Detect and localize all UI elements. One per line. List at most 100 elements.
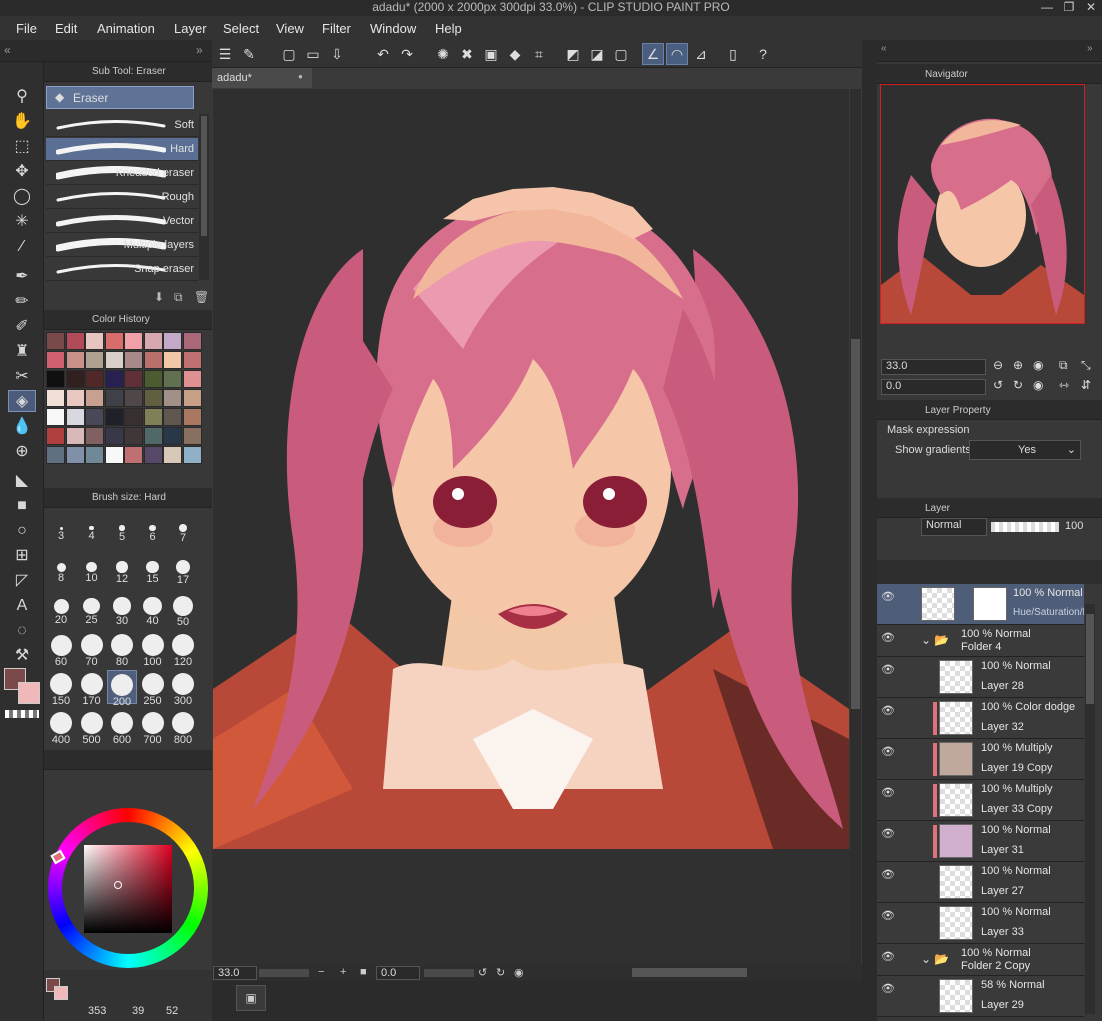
saturation-value-square[interactable] bbox=[84, 845, 172, 933]
subtool-item[interactable]: Rough bbox=[46, 186, 198, 209]
brush-size-option[interactable]: 800 bbox=[168, 709, 198, 746]
close-button[interactable]: ✕ bbox=[1080, 0, 1102, 16]
color-history-swatch[interactable] bbox=[143, 332, 163, 350]
color-history-swatch[interactable] bbox=[46, 446, 65, 464]
layer-row[interactable]: 👁 100 % Multiply Layer 33 Copy bbox=[877, 780, 1084, 821]
color-history-swatch[interactable] bbox=[65, 351, 85, 369]
color-history-swatch[interactable] bbox=[143, 446, 163, 464]
brush-size-option[interactable]: 8 bbox=[46, 553, 76, 587]
visibility-eye-icon[interactable]: 👁 bbox=[881, 950, 895, 963]
color-history-swatch[interactable] bbox=[182, 408, 202, 426]
brush-size-option[interactable]: 4 bbox=[77, 514, 107, 548]
subtool-group-eraser[interactable]: ◆ Eraser bbox=[46, 86, 194, 109]
layer-row[interactable]: 👁 58 % Normal Layer 29 bbox=[877, 976, 1084, 1017]
layer-row[interactable]: 👁 100 % Normal Layer 33 bbox=[877, 903, 1084, 944]
color-picker-cursor[interactable] bbox=[114, 881, 122, 889]
new-file-icon[interactable]: ▢ bbox=[278, 43, 300, 65]
folder-icon[interactable]: ⌄ 📂 bbox=[921, 952, 949, 966]
layer-row[interactable]: 👁 100 % Multiply Layer 19 Copy bbox=[877, 739, 1084, 780]
menu-edit[interactable]: Edit bbox=[55, 21, 77, 36]
color-history-swatch[interactable] bbox=[182, 370, 202, 388]
subtool-item[interactable]: Snap eraser bbox=[46, 258, 198, 281]
brush-size-option[interactable]: 500 bbox=[77, 709, 107, 746]
color-history-swatch[interactable] bbox=[104, 351, 124, 369]
open-folder-icon[interactable]: ▭ bbox=[302, 43, 324, 65]
pen-icon[interactable]: ✒ bbox=[8, 266, 36, 288]
color-history-swatch[interactable] bbox=[163, 427, 182, 445]
layer-scrollbar[interactable] bbox=[1085, 604, 1095, 1014]
nav-reset-rotate-icon[interactable]: ◉ bbox=[1033, 378, 1043, 392]
undo-icon[interactable]: ↶ bbox=[372, 43, 394, 65]
help-icon[interactable]: ? bbox=[752, 43, 774, 65]
brush-settings-icon[interactable]: ✎ bbox=[238, 43, 260, 65]
brush-size-option[interactable]: 6 bbox=[138, 514, 168, 548]
color-history-swatch[interactable] bbox=[65, 446, 85, 464]
minimize-button[interactable]: — bbox=[1036, 0, 1058, 16]
canvas-vertical-scrollbar[interactable] bbox=[850, 89, 861, 965]
brush-size-option[interactable]: 20 bbox=[46, 592, 76, 626]
lasso-icon[interactable]: ◯ bbox=[8, 186, 36, 208]
snap-special-ruler-icon[interactable]: ◠ bbox=[666, 43, 688, 65]
brush-size-option[interactable]: 80 bbox=[107, 631, 137, 668]
magic-wand-icon[interactable]: ✳ bbox=[8, 211, 36, 233]
brush-size-option[interactable]: 40 bbox=[138, 592, 168, 627]
snap-grid-icon[interactable]: ⊿ bbox=[690, 43, 712, 65]
visibility-eye-icon[interactable]: 👁 bbox=[881, 982, 895, 995]
delete-subtool-icon[interactable]: 🗑 bbox=[194, 290, 209, 304]
color-history-swatch[interactable] bbox=[124, 446, 143, 464]
layer-row[interactable]: 👁 100 % Normal Layer 31 bbox=[877, 821, 1084, 862]
brush-icon[interactable]: ✐ bbox=[8, 316, 36, 338]
layer-folder-row[interactable]: 👁 ⌄ 📂 100 % Normal Folder 2 Copy bbox=[877, 944, 1084, 976]
color-history-swatch[interactable] bbox=[104, 389, 124, 407]
color-history-swatch[interactable] bbox=[182, 351, 202, 369]
collapse-icon[interactable]: « bbox=[4, 43, 11, 57]
color-history-swatch[interactable] bbox=[104, 446, 124, 464]
brush-size-option[interactable]: 3 bbox=[46, 514, 76, 548]
copy-subtool-icon[interactable]: ⬇ bbox=[154, 290, 164, 304]
show-gradients-select[interactable]: Yes ⌄ bbox=[969, 440, 1081, 460]
color-history-swatch[interactable] bbox=[46, 427, 65, 445]
color-history-swatch[interactable] bbox=[104, 427, 124, 445]
hand-icon[interactable]: ✋ bbox=[8, 111, 36, 133]
color-history-swatch[interactable] bbox=[143, 427, 163, 445]
correct-line-icon[interactable]: ⚒ bbox=[8, 645, 36, 667]
rotate-right-icon[interactable]: ↻ bbox=[496, 966, 505, 979]
reset-rotation-icon[interactable]: ◉ bbox=[514, 966, 524, 979]
color-history-swatch[interactable] bbox=[85, 351, 104, 369]
color-history-swatch[interactable] bbox=[85, 446, 104, 464]
frame-icon[interactable]: ⊞ bbox=[8, 545, 36, 567]
brush-size-option[interactable]: 50 bbox=[168, 592, 198, 628]
nav-zoom-out-icon[interactable]: ⊖ bbox=[993, 358, 1003, 372]
brush-size-option[interactable]: 250 bbox=[138, 670, 168, 707]
invert-selection-icon[interactable]: ◪ bbox=[586, 43, 608, 65]
ruler-icon[interactable]: ◸ bbox=[8, 570, 36, 592]
fit-icon[interactable]: ■ bbox=[360, 966, 367, 978]
color-history-swatch[interactable] bbox=[143, 389, 163, 407]
color-history-swatch[interactable] bbox=[124, 408, 143, 426]
save-icon[interactable]: ⇩ bbox=[326, 43, 348, 65]
color-history-swatch[interactable] bbox=[143, 351, 163, 369]
subtool-item[interactable]: Hard bbox=[46, 138, 198, 161]
color-history-swatch[interactable] bbox=[85, 332, 104, 350]
color-history-swatch[interactable] bbox=[182, 332, 202, 350]
color-history-swatch[interactable] bbox=[46, 389, 65, 407]
sub-color-swatch[interactable] bbox=[18, 682, 40, 704]
visibility-eye-icon[interactable]: 👁 bbox=[881, 590, 895, 603]
fill-icon[interactable]: ◆ bbox=[504, 43, 526, 65]
brush-size-option[interactable]: 170 bbox=[77, 670, 107, 707]
color-history-swatch[interactable] bbox=[65, 408, 85, 426]
nav-rotate-right-icon[interactable]: ↻ bbox=[1013, 378, 1023, 392]
rotate-left-icon[interactable]: ↺ bbox=[478, 966, 487, 979]
color-history-swatch[interactable] bbox=[124, 370, 143, 388]
brush-size-option[interactable]: 60 bbox=[46, 631, 76, 668]
loading-icon[interactable]: ✺ bbox=[432, 43, 454, 65]
visibility-eye-icon[interactable]: 👁 bbox=[881, 663, 895, 676]
brush-size-option[interactable]: 30 bbox=[107, 592, 137, 627]
mini-sub-color[interactable] bbox=[54, 986, 68, 1000]
blend-icon[interactable]: 💧 bbox=[8, 416, 36, 438]
clear-outside-icon[interactable]: ▣ bbox=[480, 43, 502, 65]
duplicate-subtool-icon[interactable]: ⧉ bbox=[174, 290, 183, 305]
fit-navigator-icon[interactable]: ⧉ bbox=[1059, 358, 1068, 373]
brush-size-option[interactable]: 12 bbox=[107, 553, 137, 587]
layer-row[interactable]: 👁 100 % Normal Hue/Saturation/L... bbox=[877, 584, 1084, 625]
